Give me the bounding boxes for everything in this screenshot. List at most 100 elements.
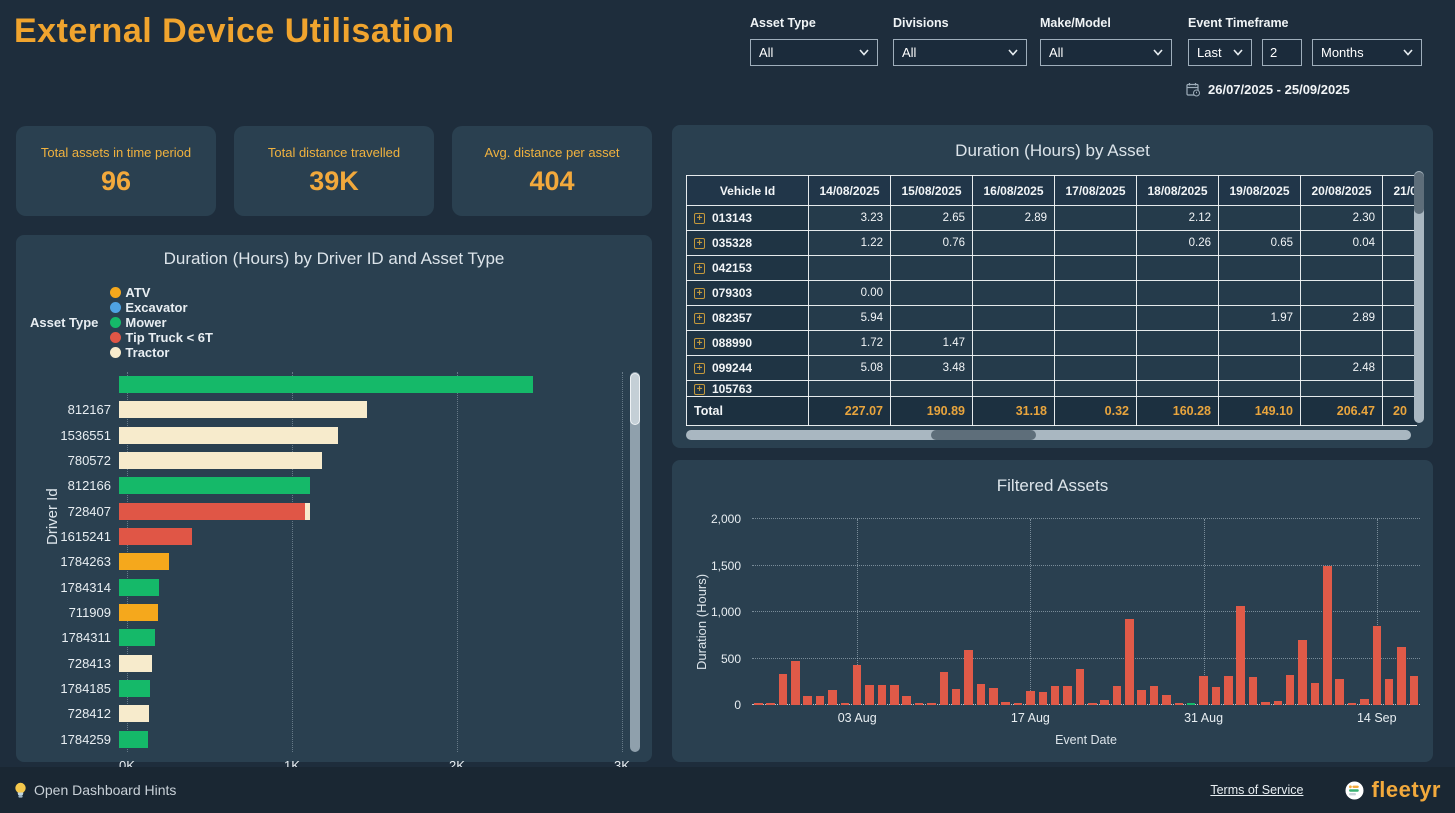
- divisions-dropdown[interactable]: All: [893, 39, 1027, 66]
- driver-duration-bar[interactable]: [119, 376, 533, 393]
- table-cell[interactable]: [1137, 256, 1219, 281]
- table-cell[interactable]: [891, 281, 973, 306]
- table-cell[interactable]: [1055, 331, 1137, 356]
- filtered-duration-bar[interactable]: [915, 703, 924, 705]
- table-cell[interactable]: 2.48: [1301, 356, 1383, 381]
- table-cell[interactable]: [1301, 256, 1383, 281]
- table-cell[interactable]: [1383, 331, 1418, 356]
- asset-type-dropdown[interactable]: All: [750, 39, 878, 66]
- table-cell[interactable]: [1301, 331, 1383, 356]
- table-cell[interactable]: [1137, 306, 1219, 331]
- table-column-header[interactable]: 18/08/2025: [1137, 176, 1219, 206]
- driver-duration-bar[interactable]: [119, 731, 148, 748]
- table-cell[interactable]: [1055, 256, 1137, 281]
- driver-duration-bar[interactable]: [119, 553, 169, 570]
- scrollbar-thumb[interactable]: [630, 373, 640, 425]
- table-cell[interactable]: [1055, 281, 1137, 306]
- table-row[interactable]: +0793030.00: [687, 281, 1418, 306]
- table-cell[interactable]: 1.47: [891, 331, 973, 356]
- table-cell[interactable]: [1055, 231, 1137, 256]
- filtered-duration-bar[interactable]: [1199, 676, 1208, 705]
- table-cell[interactable]: [1055, 306, 1137, 331]
- table-horizontal-scrollbar[interactable]: [686, 430, 1411, 440]
- filtered-duration-bar[interactable]: [1360, 699, 1369, 705]
- make-model-dropdown[interactable]: All: [1040, 39, 1172, 66]
- table-column-header[interactable]: Vehicle Id: [687, 176, 809, 206]
- driver-duration-bar-segment[interactable]: [305, 503, 310, 520]
- table-cell[interactable]: [1055, 381, 1137, 397]
- table-cell[interactable]: 2.89: [973, 206, 1055, 231]
- driver-duration-bar[interactable]: [119, 579, 159, 596]
- table-cell[interactable]: [1137, 381, 1219, 397]
- table-row[interactable]: +0823575.941.972.89: [687, 306, 1418, 331]
- filtered-duration-bar[interactable]: [1113, 686, 1122, 705]
- filtered-duration-bar[interactable]: [1051, 686, 1060, 705]
- filtered-duration-bar[interactable]: [1187, 703, 1196, 705]
- table-cell[interactable]: 3.48: [891, 356, 973, 381]
- legend-item[interactable]: Tip Truck < 6T: [110, 330, 213, 345]
- table-row[interactable]: +0992445.083.482.48: [687, 356, 1418, 381]
- legend-item[interactable]: Mower: [110, 315, 213, 330]
- table-cell[interactable]: 2.89: [1301, 306, 1383, 331]
- table-cell[interactable]: 0.04: [1301, 231, 1383, 256]
- table-cell[interactable]: 5.08: [809, 356, 891, 381]
- table-cell[interactable]: [973, 381, 1055, 397]
- table-cell[interactable]: [1383, 231, 1418, 256]
- table-cell[interactable]: [1219, 206, 1301, 231]
- table-row[interactable]: +0131433.232.652.892.122.30: [687, 206, 1418, 231]
- filtered-duration-bar[interactable]: [1397, 647, 1406, 705]
- table-cell[interactable]: 1.72: [809, 331, 891, 356]
- table-cell[interactable]: [1301, 281, 1383, 306]
- table-cell[interactable]: [973, 331, 1055, 356]
- table-cell[interactable]: [1219, 381, 1301, 397]
- table-cell[interactable]: [1137, 281, 1219, 306]
- expand-row-icon[interactable]: +: [694, 363, 705, 374]
- filtered-duration-bar[interactable]: [890, 685, 899, 705]
- filtered-duration-bar[interactable]: [1249, 677, 1258, 705]
- filtered-duration-bar[interactable]: [940, 672, 949, 705]
- scrollbar-thumb[interactable]: [1414, 172, 1424, 214]
- expand-row-icon[interactable]: +: [694, 263, 705, 274]
- driver-duration-bar[interactable]: [119, 655, 152, 672]
- table-column-header[interactable]: 14/08/2025: [809, 176, 891, 206]
- table-cell[interactable]: 1.97: [1219, 306, 1301, 331]
- filtered-duration-bar[interactable]: [766, 703, 775, 705]
- table-cell[interactable]: 3.23: [809, 206, 891, 231]
- filtered-duration-bar[interactable]: [1063, 686, 1072, 705]
- filtered-duration-bar[interactable]: [754, 703, 763, 705]
- table-cell[interactable]: [1137, 356, 1219, 381]
- table-cell[interactable]: [1383, 381, 1418, 397]
- expand-row-icon[interactable]: +: [694, 384, 705, 395]
- filtered-duration-bar[interactable]: [989, 688, 998, 705]
- filtered-duration-bar[interactable]: [828, 690, 837, 705]
- driver-duration-bar[interactable]: [119, 705, 149, 722]
- expand-row-icon[interactable]: +: [694, 288, 705, 299]
- table-cell[interactable]: 2.65: [891, 206, 973, 231]
- table-cell[interactable]: 5.94: [809, 306, 891, 331]
- table-cell[interactable]: [973, 306, 1055, 331]
- table-cell[interactable]: 0.00: [809, 281, 891, 306]
- scrollbar-thumb[interactable]: [931, 430, 1036, 440]
- filtered-duration-bar[interactable]: [1125, 619, 1134, 705]
- table-column-header[interactable]: 17/08/2025: [1055, 176, 1137, 206]
- table-cell[interactable]: [1219, 281, 1301, 306]
- filtered-duration-bar[interactable]: [1224, 676, 1233, 705]
- open-dashboard-hints-button[interactable]: Open Dashboard Hints: [14, 782, 176, 799]
- driver-duration-bar[interactable]: [119, 629, 155, 646]
- table-cell[interactable]: [1219, 331, 1301, 356]
- table-cell[interactable]: [1383, 256, 1418, 281]
- table-cell[interactable]: [973, 256, 1055, 281]
- filtered-duration-bar[interactable]: [1137, 690, 1146, 705]
- table-column-header[interactable]: 21/08/2025: [1383, 176, 1418, 206]
- table-column-header[interactable]: 19/08/2025: [1219, 176, 1301, 206]
- table-cell[interactable]: [973, 281, 1055, 306]
- table-cell[interactable]: [1383, 281, 1418, 306]
- filtered-duration-bar[interactable]: [1162, 695, 1171, 705]
- filtered-duration-bar[interactable]: [878, 685, 887, 705]
- filtered-duration-bar[interactable]: [1039, 692, 1048, 705]
- driver-duration-bar[interactable]: [119, 401, 367, 418]
- table-cell[interactable]: 0.26: [1137, 231, 1219, 256]
- filtered-duration-bar[interactable]: [1298, 640, 1307, 705]
- table-cell[interactable]: [1219, 256, 1301, 281]
- filtered-duration-bar[interactable]: [816, 696, 825, 705]
